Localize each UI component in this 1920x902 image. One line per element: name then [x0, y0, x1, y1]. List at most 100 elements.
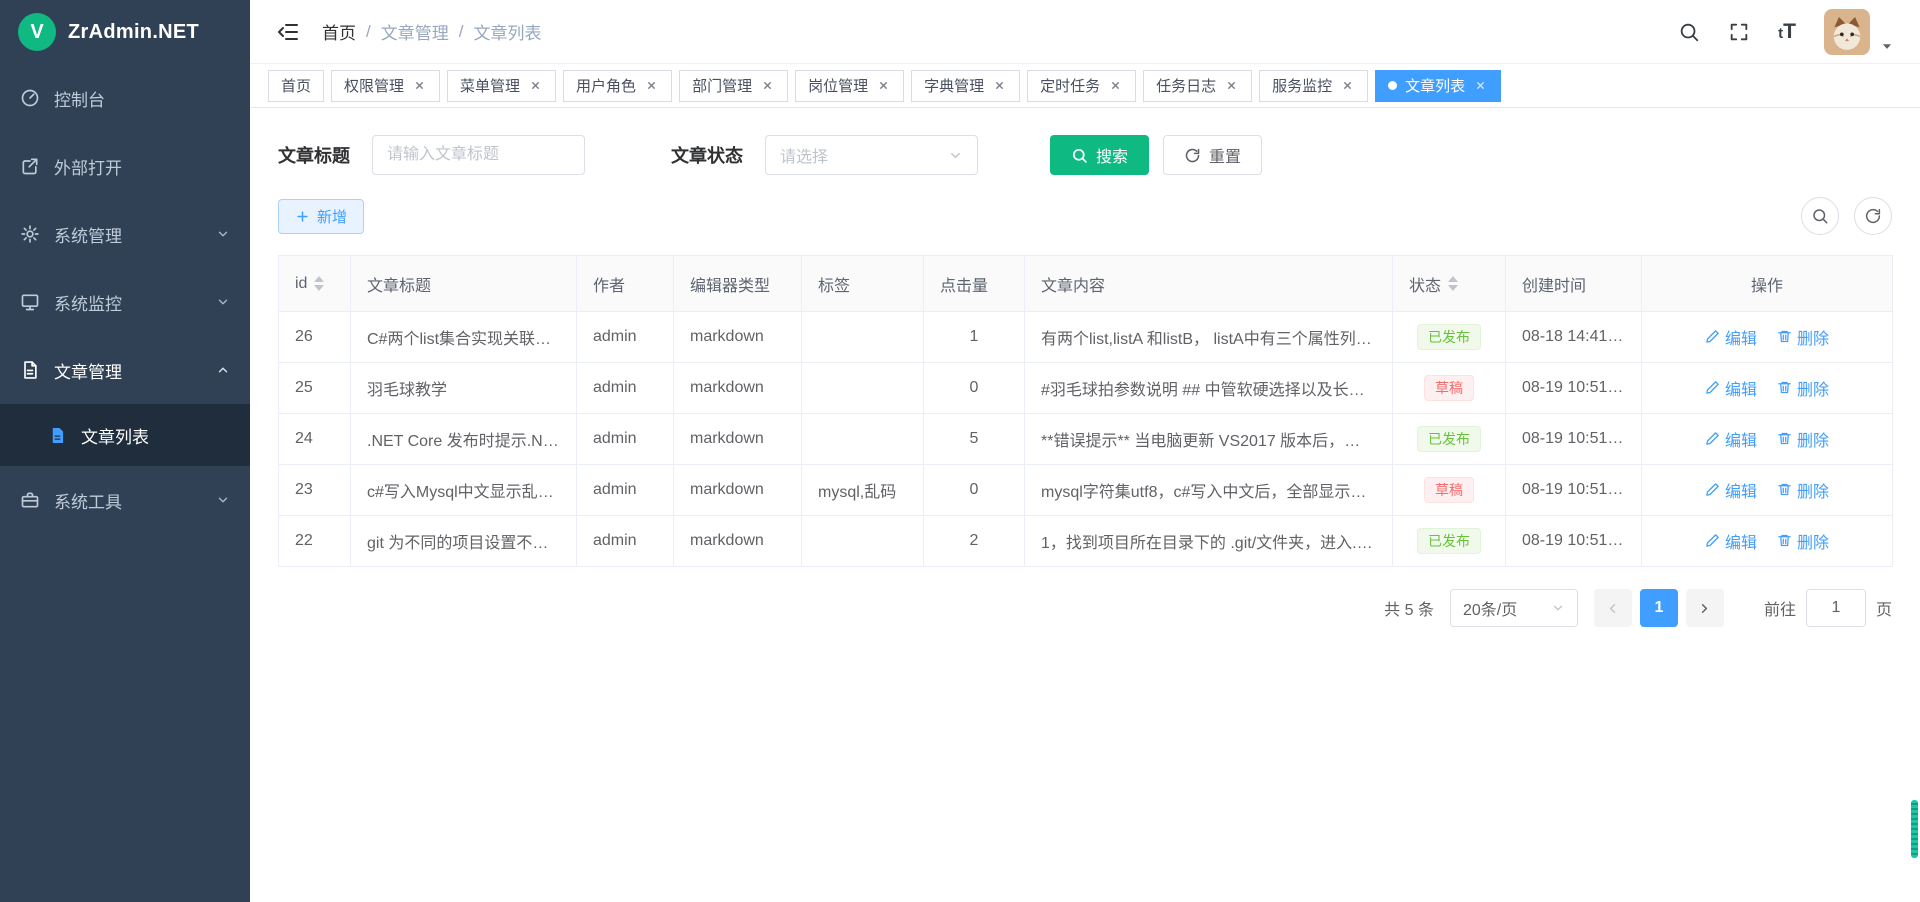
gear-icon: [20, 224, 40, 244]
refresh-button[interactable]: [1854, 197, 1892, 235]
column-header-tags: 标签: [802, 256, 924, 312]
search-button[interactable]: 搜索: [1050, 135, 1149, 175]
breadcrumb-article-list: 文章列表: [473, 19, 541, 44]
close-icon[interactable]: [1340, 78, 1355, 93]
close-icon[interactable]: [1224, 78, 1239, 93]
logo-icon: V: [18, 13, 56, 51]
sidebar-item-external-open[interactable]: 外部打开: [0, 132, 250, 200]
sidebar-item-label: 外部打开: [54, 154, 122, 179]
delete-button[interactable]: 删除: [1777, 529, 1829, 553]
column-header-id[interactable]: id: [279, 256, 351, 312]
edit-button[interactable]: 编辑: [1705, 529, 1757, 553]
breadcrumb-separator: /: [366, 22, 371, 42]
sort-icon[interactable]: [314, 276, 324, 291]
tab-home[interactable]: 首页: [268, 70, 324, 102]
column-header-title: 文章标题: [351, 256, 577, 312]
topbar-actions: tT: [1678, 9, 1894, 55]
add-button[interactable]: 新增: [278, 199, 364, 234]
prev-page-button[interactable]: [1594, 589, 1632, 627]
tab-service-monitor[interactable]: 服务监控: [1259, 70, 1368, 102]
goto-page-input[interactable]: [1806, 589, 1866, 627]
scrollbar-thumb[interactable]: [1911, 800, 1918, 858]
tab-user-role[interactable]: 用户角色: [563, 70, 672, 102]
delete-button[interactable]: 删除: [1777, 478, 1829, 502]
sidebar-item-system-manage[interactable]: 系统管理: [0, 200, 250, 268]
pagination-total: 共 5 条: [1384, 596, 1434, 620]
status-badge: 已发布: [1417, 324, 1481, 350]
chevron-down-icon: [216, 227, 230, 241]
column-header-status[interactable]: 状态: [1393, 256, 1506, 312]
sort-icon[interactable]: [1448, 276, 1458, 291]
fullscreen-icon[interactable]: [1728, 21, 1750, 43]
edit-button[interactable]: 编辑: [1705, 376, 1757, 400]
sidebar-item-label: 系统管理: [54, 222, 122, 247]
sidebar-item-dashboard[interactable]: 控制台: [0, 64, 250, 132]
sidebar-menu: 控制台 外部打开 系统管理 系统监控: [0, 64, 250, 534]
close-icon[interactable]: [876, 78, 891, 93]
pagination: 共 5 条 20条/页 1 前往 页: [278, 589, 1892, 627]
delete-button[interactable]: 删除: [1777, 427, 1829, 451]
tab-dict-manage[interactable]: 字典管理: [911, 70, 1020, 102]
close-icon[interactable]: [1473, 78, 1488, 93]
page-size-select[interactable]: 20条/页: [1450, 589, 1578, 627]
filter-buttons: 搜索 重置: [1050, 135, 1262, 175]
chevron-down-icon: [216, 493, 230, 507]
close-icon[interactable]: [760, 78, 775, 93]
column-header-editor: 编辑器类型: [674, 256, 802, 312]
edit-button[interactable]: 编辑: [1705, 325, 1757, 349]
sidebar-fold-icon[interactable]: [276, 20, 300, 44]
status-badge: 草稿: [1424, 477, 1474, 503]
goto-label: 前往: [1764, 596, 1796, 620]
chevron-down-icon: [948, 148, 963, 163]
delete-button[interactable]: 删除: [1777, 376, 1829, 400]
caret-down-icon[interactable]: [1880, 39, 1894, 53]
sidebar-item-article-manage[interactable]: 文章管理: [0, 336, 250, 404]
close-icon[interactable]: [412, 78, 427, 93]
dashboard-icon: [20, 88, 40, 108]
tab-post-manage[interactable]: 岗位管理: [795, 70, 904, 102]
sidebar-item-system-tools[interactable]: 系统工具: [0, 466, 250, 534]
toggle-search-button[interactable]: [1801, 197, 1839, 235]
status-badge: 已发布: [1417, 528, 1481, 554]
article-title-input[interactable]: [372, 135, 585, 175]
search-icon[interactable]: [1678, 21, 1700, 43]
delete-button[interactable]: 删除: [1777, 325, 1829, 349]
tab-scheduled-task[interactable]: 定时任务: [1027, 70, 1136, 102]
edit-button[interactable]: 编辑: [1705, 427, 1757, 451]
edit-button[interactable]: 编辑: [1705, 478, 1757, 502]
tab-menu-manage[interactable]: 菜单管理: [447, 70, 556, 102]
active-tab-dot: [1388, 81, 1397, 90]
close-icon[interactable]: [1108, 78, 1123, 93]
goto-page-group: 前往 页: [1764, 589, 1892, 627]
logo: V ZrAdmin.NET: [0, 0, 250, 64]
tab-task-log[interactable]: 任务日志: [1143, 70, 1252, 102]
external-link-icon: [20, 156, 40, 176]
article-status-select[interactable]: 请选择: [765, 135, 978, 175]
breadcrumb-article-manage[interactable]: 文章管理: [381, 19, 449, 44]
font-size-icon[interactable]: tT: [1778, 20, 1796, 44]
avatar[interactable]: [1824, 9, 1870, 55]
reset-button[interactable]: 重置: [1163, 135, 1262, 175]
goto-suffix: 页: [1876, 596, 1892, 620]
breadcrumb-home[interactable]: 首页: [322, 19, 356, 44]
article-status-label: 文章状态: [671, 142, 743, 168]
tab-department-manage[interactable]: 部门管理: [679, 70, 788, 102]
column-header-clicks: 点击量: [924, 256, 1025, 312]
sidebar-item-system-monitor[interactable]: 系统监控: [0, 268, 250, 336]
close-icon[interactable]: [992, 78, 1007, 93]
tab-permission-manage[interactable]: 权限管理: [331, 70, 440, 102]
sidebar-item-label: 系统监控: [54, 290, 122, 315]
app-title: ZrAdmin.NET: [68, 21, 199, 44]
page-number-button[interactable]: 1: [1640, 589, 1678, 627]
chevron-down-icon: [1551, 601, 1565, 615]
close-icon[interactable]: [644, 78, 659, 93]
sidebar-item-label: 控制台: [54, 86, 105, 111]
next-page-button[interactable]: [1686, 589, 1724, 627]
logo-letter: V: [30, 21, 43, 44]
sidebar-subitem-article-list[interactable]: 文章列表: [0, 404, 250, 466]
document-icon: [20, 360, 40, 380]
close-icon[interactable]: [528, 78, 543, 93]
filter-bar: 文章标题 文章状态 请选择 搜索 重置: [250, 108, 1920, 197]
main-area: 首页 / 文章管理 / 文章列表 tT: [250, 0, 1920, 902]
tab-article-list[interactable]: 文章列表: [1375, 70, 1501, 102]
